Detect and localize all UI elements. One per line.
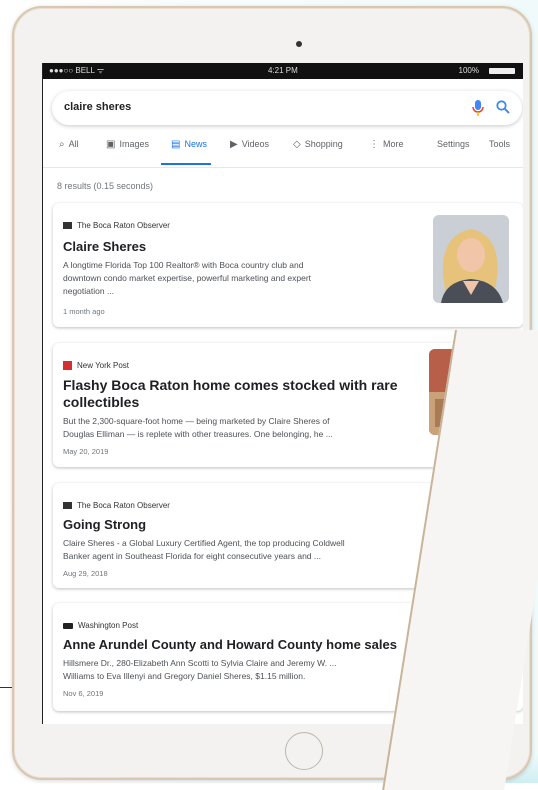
source-logo-icon [63,361,72,370]
snippet-line: A longtime Florida Top 100 Realtor® with… [63,260,304,270]
status-bar: ●●●○○ BELL ᯤ 4:21 PM 100% [43,63,523,79]
tab-shopping[interactable]: ◇ Shopping [293,139,343,165]
divider [43,167,523,168]
source-name: Washington Post [78,621,139,630]
result-date: 1 month ago [63,307,105,316]
more-icon: ⋮ [369,139,379,150]
search-input[interactable]: claire sheres [64,101,131,113]
source-logo-icon [63,502,72,509]
tab-label: Settings [437,139,470,149]
microphone-icon[interactable] [472,100,484,121]
battery-percent: 100% [458,66,479,75]
result-date: May 20, 2019 [63,447,109,456]
portrait-thumbnail [433,215,509,303]
image-icon: ▣ [106,139,116,150]
tab-label: Shopping [304,139,343,149]
result-stats: 8 results (0.15 seconds) [57,181,154,191]
tab-label: More [383,139,404,149]
video-icon: ▶ [230,139,238,150]
result-source: New York Post [63,361,129,370]
result-title[interactable]: Claire Sheres [63,239,146,254]
result-title[interactable]: Going Strong [63,517,146,532]
battery-icon [489,68,515,74]
result-snippet: But the 2,300-square-foot home — being m… [63,415,333,441]
tab-label: News [184,139,207,149]
result-title[interactable]: Flashy Boca Raton home comes stocked wit… [63,377,398,411]
result-date: Aug 29, 2018 [63,569,108,578]
carrier-label: ●●●○○ BELL ᯤ [49,66,105,75]
tab-all[interactable]: ⌕ All [59,139,79,165]
news-icon: ▤ [171,139,181,150]
snippet-line: Claire Sheres - a Global Luxury Certifie… [63,538,345,548]
result-date: Nov 6, 2019 [63,689,104,698]
search-icon[interactable] [496,100,510,119]
clock: 4:21 PM [268,66,298,75]
result-snippet: Claire Sheres - a Global Luxury Certifie… [63,537,345,563]
home-button[interactable] [285,732,323,770]
result-snippet: Hillsmere Dr., 280-Elizabeth Ann Scotti … [63,657,337,683]
snippet-line: downtown condo market expertise, powerfu… [63,273,312,283]
result-source: The Boca Raton Observer [63,501,170,510]
tab-settings[interactable]: Settings [437,139,470,165]
snippet-line: Hillsmere Dr., 280-Elizabeth Ann Scotti … [63,658,337,668]
search-tabs: ⌕ All ▣ Images ▤ News ▶ Videos ◇ Shoppin… [43,139,523,165]
tab-more[interactable]: ⋮ More [369,139,404,165]
title-line: Flashy Boca Raton home comes stocked wit… [63,377,398,393]
source-name: New York Post [77,361,130,370]
title-line: collectibles [63,394,140,410]
camera-icon [296,41,302,47]
tab-label: Videos [241,139,270,149]
search-bar[interactable]: claire sheres [52,91,522,125]
snippet-line: But the 2,300-square-foot home — being m… [63,416,330,426]
tab-videos[interactable]: ▶ Videos [230,139,269,165]
source-name: The Boca Raton Observer [77,221,170,230]
tab-news[interactable]: ▤ News [171,139,207,165]
news-result-card[interactable]: The Boca Raton Observer Claire Sheres A … [53,203,523,327]
source-logo-icon [63,222,72,229]
source-name: The Boca Raton Observer [77,501,170,510]
result-source: Washington Post [63,621,138,630]
active-tab-indicator [161,163,211,165]
tag-icon: ◇ [293,139,301,150]
result-source: The Boca Raton Observer [63,221,170,230]
tab-images[interactable]: ▣ Images [106,139,149,165]
result-snippet: A longtime Florida Top 100 Realtor® with… [63,259,311,298]
tab-label: Images [119,139,149,149]
search-icon: ⌕ [59,139,65,150]
tab-label: All [68,139,79,149]
snippet-line: Williams to Eva Illenyi and Gregory Dani… [63,671,306,681]
source-logo-icon [63,622,73,629]
snippet-line: negotiation ... [63,286,115,296]
tab-tools[interactable]: Tools [489,139,510,165]
tab-label: Tools [489,139,511,149]
result-title[interactable]: Anne Arundel County and Howard County ho… [63,637,397,652]
snippet-line: Banker agent in Southeast Florida for ei… [63,551,321,561]
snippet-line: Douglas Elliman — is replete with other … [63,429,333,439]
